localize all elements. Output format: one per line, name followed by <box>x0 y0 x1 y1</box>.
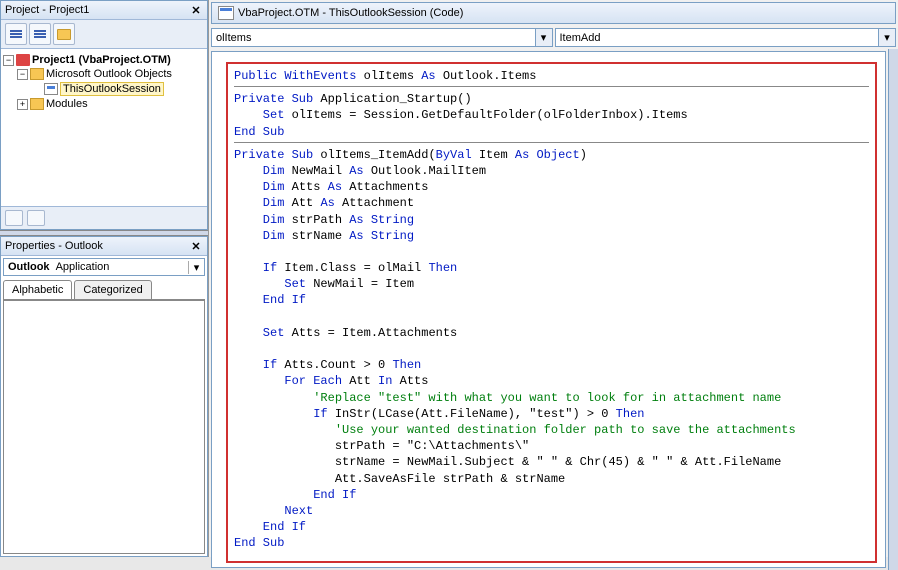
view-object-button[interactable] <box>29 23 51 45</box>
project-toolbar <box>1 20 207 49</box>
procedure-combo-value: ItemAdd <box>556 30 879 46</box>
code-text[interactable]: Public WithEvents olItems As Outlook.Ite… <box>234 68 869 551</box>
code-window-titlebar: VbaProject.OTM - ThisOutlookSession (Cod… <box>211 2 896 24</box>
left-panel: Project - Project1 ✕ − Project1 (VbaProj… <box>0 0 209 557</box>
folder-icon <box>30 68 44 80</box>
project-bottom-toolbar <box>1 206 207 229</box>
tree-folder-label: Modules <box>46 98 88 110</box>
view-code-button[interactable] <box>5 23 27 45</box>
code-editor[interactable]: Public WithEvents olItems As Outlook.Ite… <box>211 51 886 568</box>
close-icon[interactable]: ✕ <box>189 239 203 253</box>
tree-item-label-selected: ThisOutlookSession <box>60 82 164 96</box>
tree-item-thisoutlooksession[interactable]: ThisOutlookSession <box>3 81 205 97</box>
view-mode-button-2[interactable] <box>27 210 45 226</box>
chevron-down-icon[interactable]: ▾ <box>188 261 204 274</box>
close-icon[interactable]: ✕ <box>189 3 203 17</box>
properties-object-type: Application <box>54 259 188 275</box>
collapse-icon[interactable]: − <box>17 69 28 80</box>
code-window-title: VbaProject.OTM - ThisOutlookSession (Cod… <box>238 7 463 19</box>
folder-icon <box>30 98 44 110</box>
tree-root-label: Project1 (VbaProject.OTM) <box>32 54 171 66</box>
window-right-edge <box>888 49 898 570</box>
code-highlight-box: Public WithEvents olItems As Outlook.Ite… <box>226 62 877 563</box>
object-combo[interactable]: olItems ▾ <box>211 28 553 47</box>
view-mode-button-1[interactable] <box>5 210 23 226</box>
project-pane-title-text: Project - Project1 <box>5 4 89 16</box>
tree-folder-outlook-objects[interactable]: − Microsoft Outlook Objects <box>3 67 205 81</box>
properties-pane: Properties - Outlook ✕ Outlook Applicati… <box>0 236 208 557</box>
project-explorer-pane: Project - Project1 ✕ − Project1 (VbaProj… <box>0 0 208 230</box>
properties-title-text: Properties - Outlook <box>5 240 103 252</box>
project-pane-title: Project - Project1 ✕ <box>1 1 207 20</box>
expand-icon[interactable]: + <box>17 99 28 110</box>
properties-pane-title: Properties - Outlook ✕ <box>1 237 207 256</box>
code-combo-row: olItems ▾ ItemAdd ▾ <box>211 28 896 47</box>
properties-tabs: Alphabetic Categorized <box>3 280 205 300</box>
object-combo-value: olItems <box>212 30 535 46</box>
project-tree[interactable]: − Project1 (VbaProject.OTM) − Microsoft … <box>1 49 207 206</box>
procedure-combo[interactable]: ItemAdd ▾ <box>555 28 897 47</box>
module-icon <box>44 83 58 95</box>
tab-categorized[interactable]: Categorized <box>74 280 151 299</box>
right-panel: VbaProject.OTM - ThisOutlookSession (Cod… <box>209 0 898 557</box>
project-icon <box>16 54 30 66</box>
properties-grid[interactable] <box>3 300 205 554</box>
tree-folder-label: Microsoft Outlook Objects <box>46 68 172 80</box>
tab-alphabetic[interactable]: Alphabetic <box>3 280 72 299</box>
chevron-down-icon[interactable]: ▾ <box>535 29 552 46</box>
folder-icon <box>57 29 71 40</box>
collapse-icon[interactable]: − <box>3 55 14 66</box>
properties-object-name: Outlook <box>4 259 54 275</box>
code-window-icon <box>218 6 234 20</box>
tree-root[interactable]: − Project1 (VbaProject.OTM) <box>3 53 205 67</box>
chevron-down-icon[interactable]: ▾ <box>878 29 895 46</box>
toggle-folders-button[interactable] <box>53 23 75 45</box>
tree-folder-modules[interactable]: + Modules <box>3 97 205 111</box>
properties-object-combo[interactable]: Outlook Application ▾ <box>3 258 205 276</box>
